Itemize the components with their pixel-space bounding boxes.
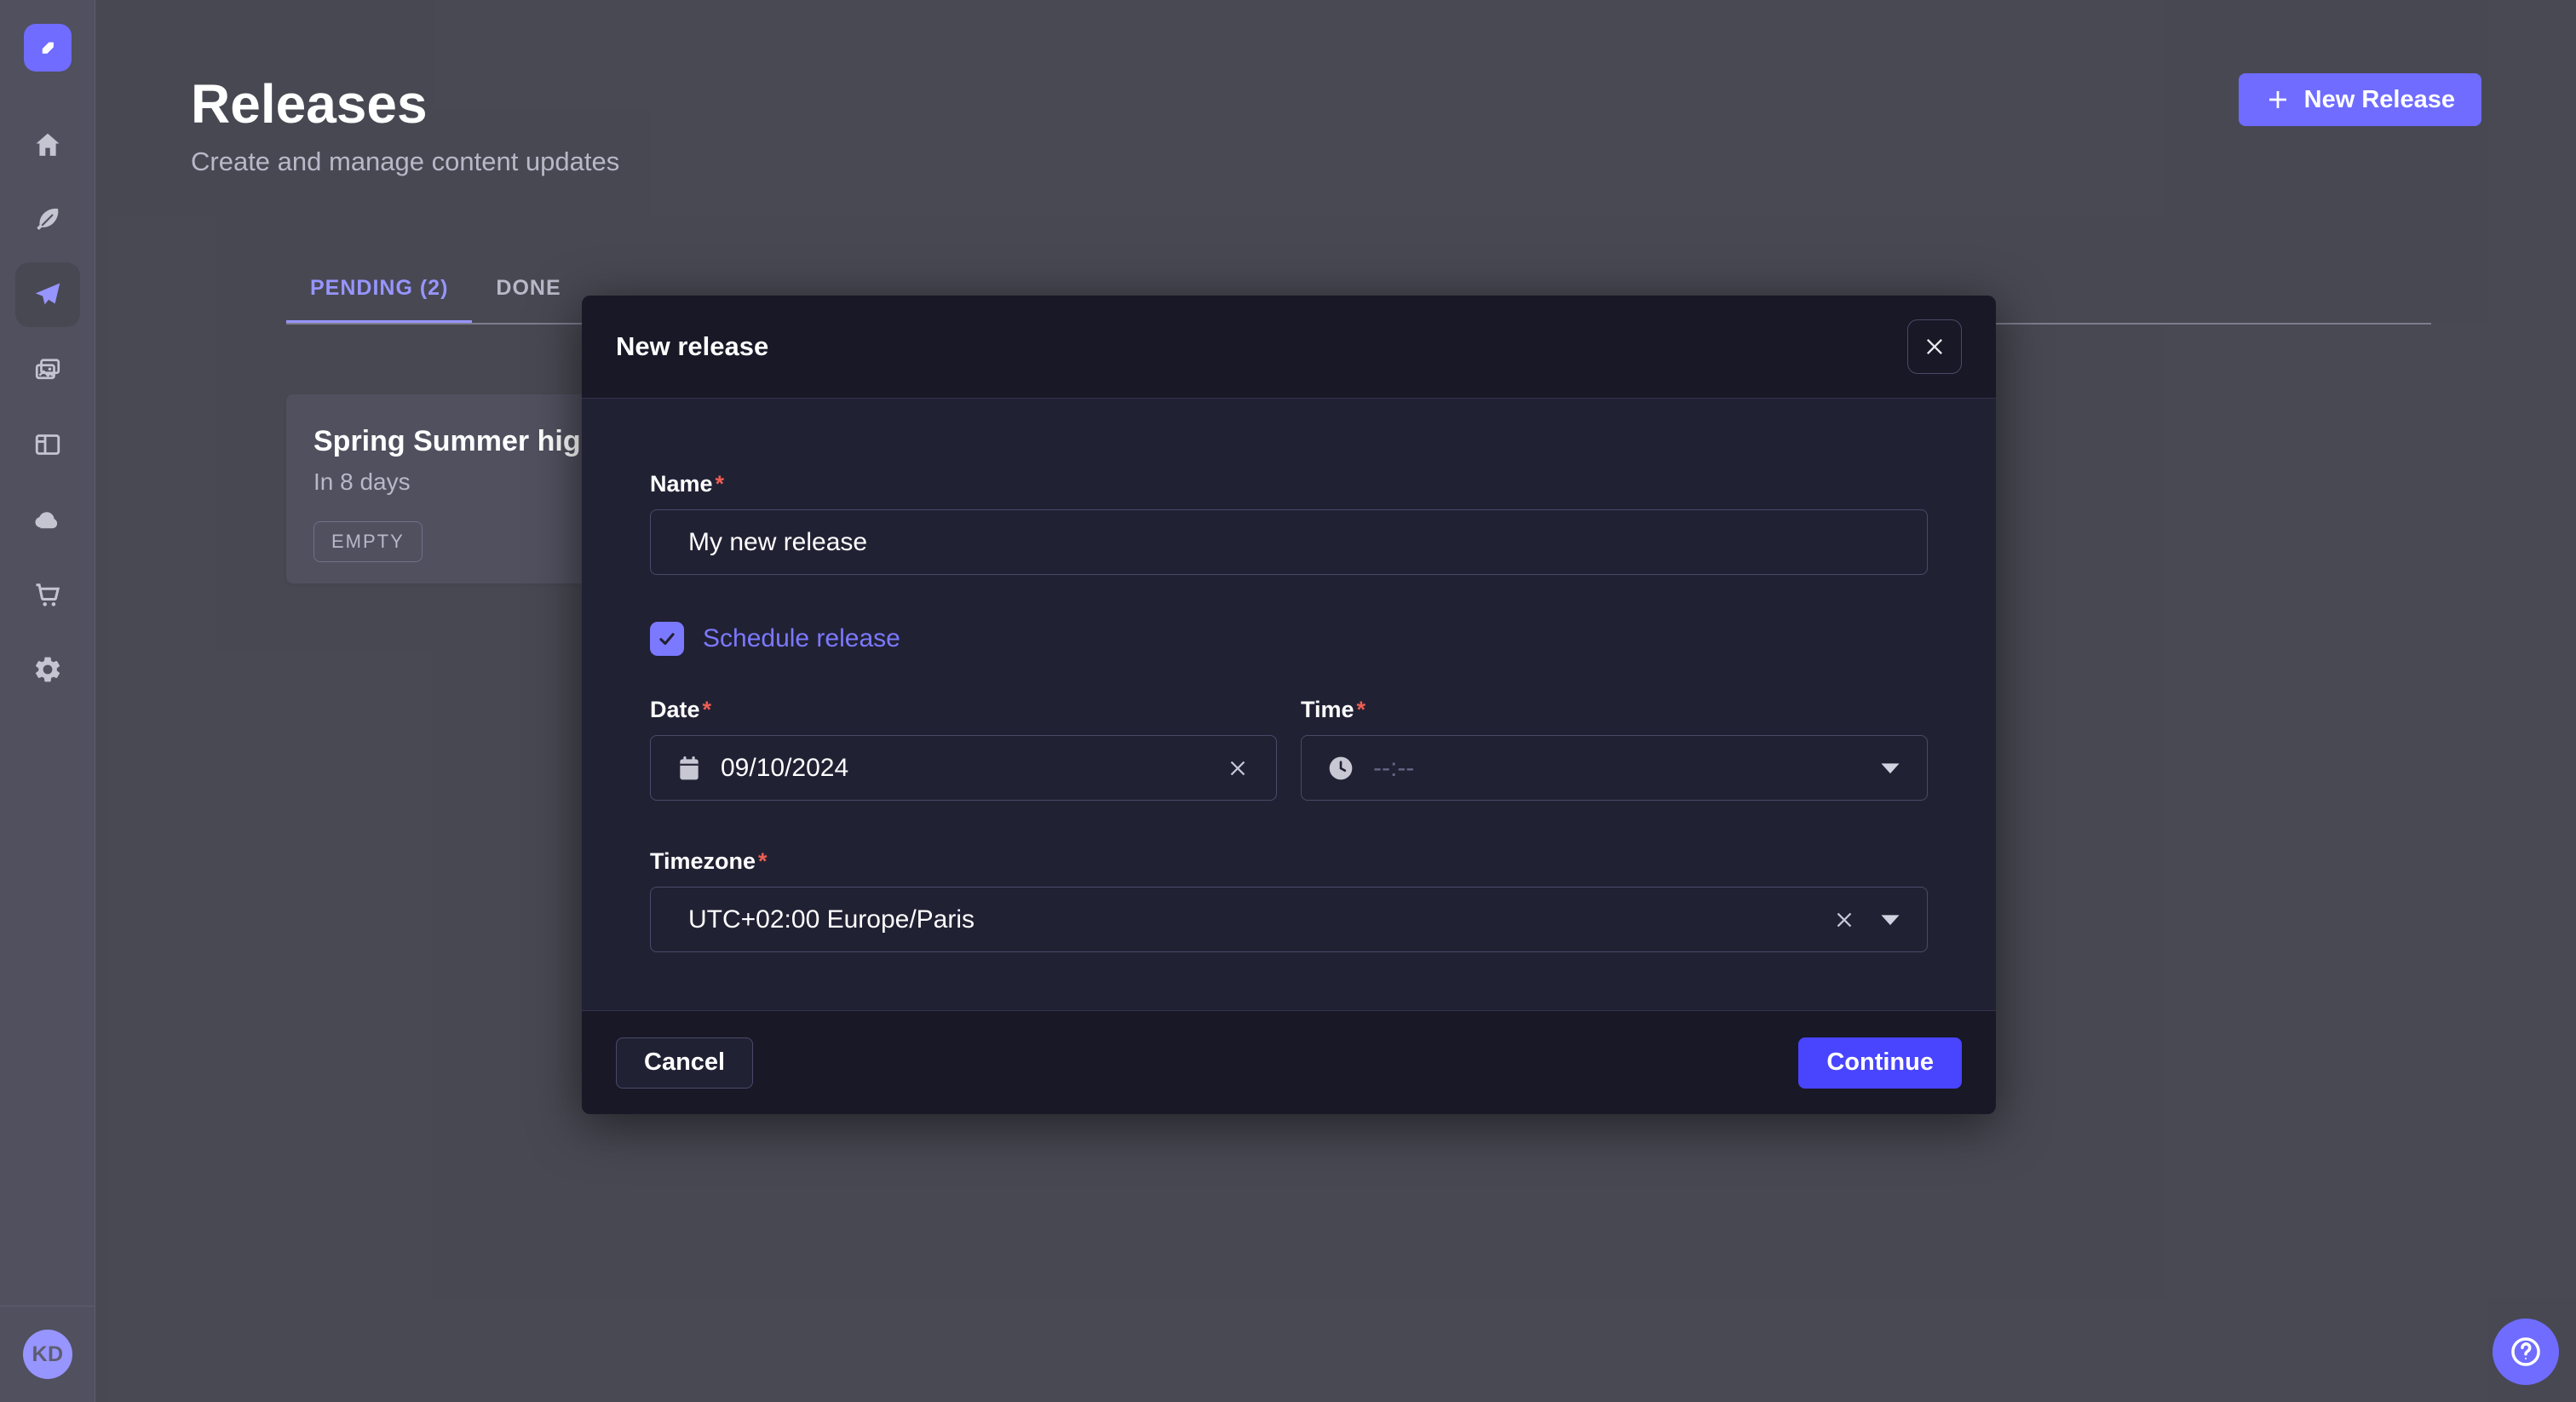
time-field-label: Time* bbox=[1301, 697, 1928, 723]
checkmark-icon bbox=[657, 629, 677, 649]
time-placeholder: --:-- bbox=[1373, 754, 1879, 783]
required-marker: * bbox=[703, 697, 712, 722]
modal-title: New release bbox=[616, 331, 768, 362]
cancel-button[interactable]: Cancel bbox=[616, 1037, 753, 1089]
clock-icon bbox=[1327, 755, 1354, 782]
date-value: 09/10/2024 bbox=[721, 754, 1225, 783]
timezone-value: UTC+02:00 Europe/Paris bbox=[688, 905, 1831, 934]
schedule-release-label: Schedule release bbox=[703, 624, 900, 653]
schedule-release-checkbox[interactable] bbox=[650, 622, 684, 656]
timezone-field-label: Timezone* bbox=[650, 848, 1928, 875]
required-marker: * bbox=[1357, 697, 1366, 722]
modal-close-button[interactable] bbox=[1907, 319, 1962, 374]
date-field-label: Date* bbox=[650, 697, 1277, 723]
name-field-label: Name* bbox=[650, 471, 1928, 497]
required-marker: * bbox=[716, 471, 725, 497]
time-input[interactable]: --:-- bbox=[1301, 735, 1928, 801]
schedule-release-row[interactable]: Schedule release bbox=[650, 622, 1928, 656]
date-time-row: Date* 09/10/2024 bbox=[650, 697, 1928, 801]
modal-footer: Cancel Continue bbox=[582, 1010, 1996, 1114]
clear-date-icon[interactable] bbox=[1225, 756, 1251, 781]
required-marker: * bbox=[758, 848, 768, 874]
new-release-modal: New release Name* Schedule release bbox=[582, 296, 1996, 1114]
name-field-block: Name* bbox=[650, 471, 1928, 575]
chevron-down-icon[interactable] bbox=[1879, 761, 1901, 776]
close-icon bbox=[1923, 335, 1946, 359]
modal-header: New release bbox=[582, 296, 1996, 399]
date-field-block: Date* 09/10/2024 bbox=[650, 697, 1277, 801]
clear-timezone-icon[interactable] bbox=[1831, 907, 1857, 933]
continue-button[interactable]: Continue bbox=[1798, 1037, 1962, 1089]
calendar-icon bbox=[676, 755, 702, 782]
app-screen: KD Releases Create and manage content up… bbox=[0, 0, 2576, 1402]
name-input[interactable] bbox=[650, 509, 1928, 575]
timezone-select[interactable]: UTC+02:00 Europe/Paris bbox=[650, 887, 1928, 952]
time-field-block: Time* --:-- bbox=[1301, 697, 1928, 801]
date-input[interactable]: 09/10/2024 bbox=[650, 735, 1277, 801]
modal-body: Name* Schedule release Date* bbox=[582, 399, 1996, 1010]
chevron-down-icon[interactable] bbox=[1879, 912, 1901, 928]
timezone-field-block: Timezone* UTC+02:00 Europe/Paris bbox=[650, 848, 1928, 952]
